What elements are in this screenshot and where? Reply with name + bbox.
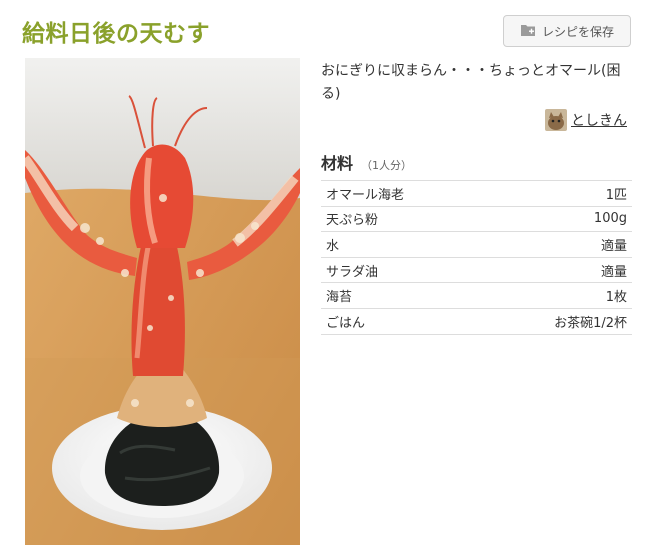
- ingredient-row: 水 適量: [321, 231, 632, 258]
- ingredient-quantity: 適量: [481, 231, 632, 258]
- ingredient-quantity: 適量: [481, 256, 632, 283]
- ingredient-row: オマール海老 1匹: [321, 180, 632, 207]
- folder-plus-icon: [520, 22, 536, 41]
- ingredient-row: 海苔 1枚: [321, 282, 632, 309]
- ingredient-name: サラダ油: [321, 256, 482, 283]
- ingredient-row: ごはん お茶碗1/2杯: [321, 307, 632, 335]
- ingredient-quantity: お茶碗1/2杯: [481, 307, 632, 335]
- save-recipe-label: レシピを保存: [541, 24, 614, 39]
- ingredient-name: 海苔: [321, 282, 482, 309]
- ingredients-table: オマール海老 1匹 天ぷら粉 100g 水 適量 サラダ油 適量 海苔 1枚 ご…: [321, 180, 632, 335]
- ingredient-name: 水: [321, 231, 482, 258]
- ingredient-quantity: 100g: [481, 205, 632, 232]
- save-recipe-button[interactable]: レシピを保存: [503, 15, 631, 47]
- recipe-title: 給料日後の天むす: [22, 21, 210, 47]
- ingredient-quantity: 1枚: [481, 282, 632, 309]
- author-avatar[interactable]: [545, 109, 567, 131]
- author-link[interactable]: としきん: [545, 108, 627, 132]
- ingredient-name: 天ぷら粉: [321, 205, 482, 232]
- ingredient-name: オマール海老: [321, 180, 482, 207]
- ingredient-row: 天ぷら粉 100g: [321, 205, 632, 232]
- ingredients-title: 材料: [321, 154, 354, 173]
- ingredients-header: 材料 （1人分）: [321, 150, 412, 174]
- author-name[interactable]: としきん: [571, 110, 627, 130]
- ingredients-serving: （1人分）: [361, 159, 413, 172]
- ingredient-quantity: 1匹: [481, 180, 632, 207]
- ingredient-name: ごはん: [321, 307, 482, 335]
- ingredient-row: サラダ油 適量: [321, 256, 632, 283]
- recipe-photo[interactable]: [25, 58, 300, 545]
- recipe-description: おにぎりに収まらん・・・ちょっとオマール(困る): [321, 63, 621, 102]
